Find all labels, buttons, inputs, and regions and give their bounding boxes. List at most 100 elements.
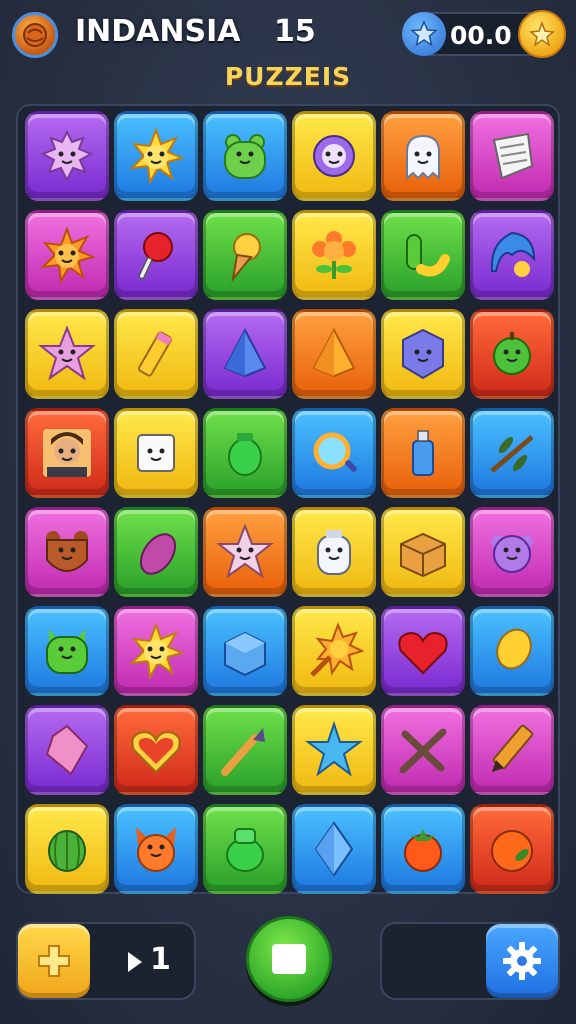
plus-icon — [38, 945, 70, 977]
board-tile[interactable] — [25, 408, 109, 498]
board-tile[interactable] — [381, 309, 465, 399]
blue-gem-icon — [223, 327, 267, 378]
boy-avatar-icon — [43, 429, 91, 477]
pink-crystal-icon — [45, 724, 89, 776]
paper-icon — [492, 132, 534, 180]
apple-face-icon — [493, 332, 531, 375]
spiky-creature-icon — [40, 129, 94, 183]
board-tile[interactable] — [25, 210, 109, 300]
board-tile[interactable] — [114, 705, 198, 795]
board-tile[interactable] — [25, 804, 109, 894]
star-icon — [402, 12, 446, 56]
board-tile[interactable] — [381, 804, 465, 894]
board-tile[interactable] — [292, 606, 376, 696]
ice-cube-icon — [224, 631, 266, 677]
game-logo-icon[interactable] — [12, 12, 58, 58]
board-tile[interactable] — [203, 507, 287, 597]
board-tile[interactable] — [114, 210, 198, 300]
board-tile[interactable] — [114, 606, 198, 696]
brush-icon — [221, 728, 265, 776]
board-tile[interactable] — [470, 705, 554, 795]
board-tile[interactable] — [114, 804, 198, 894]
board-tile[interactable] — [470, 210, 554, 300]
heart-icon — [398, 631, 448, 675]
ghost-icon — [406, 134, 440, 181]
board-tile[interactable] — [470, 507, 554, 597]
board-tile[interactable] — [114, 507, 198, 597]
board-tile[interactable] — [381, 111, 465, 201]
board-tile[interactable] — [203, 408, 287, 498]
board-tile[interactable] — [203, 309, 287, 399]
star-critter-icon — [216, 523, 274, 579]
board-tile[interactable] — [381, 507, 465, 597]
board-tile[interactable] — [114, 309, 198, 399]
board-tile[interactable] — [470, 309, 554, 399]
green-cat-icon — [46, 629, 88, 674]
board-tile[interactable] — [292, 210, 376, 300]
level-number: 15 — [274, 14, 316, 49]
ghost-jar-icon — [317, 530, 351, 575]
heart-frame-icon — [131, 730, 181, 774]
cactus-banana-icon — [406, 234, 450, 277]
board-tile[interactable] — [114, 408, 198, 498]
board-tile[interactable] — [381, 408, 465, 498]
ice-cream-icon — [231, 233, 261, 283]
stop-button[interactable] — [246, 916, 332, 1002]
board-tile[interactable] — [470, 408, 554, 498]
sun-wand-icon — [310, 622, 364, 677]
board-tile[interactable] — [203, 804, 287, 894]
board-tile[interactable] — [25, 606, 109, 696]
board-tile[interactable] — [292, 408, 376, 498]
board-tile[interactable] — [203, 705, 287, 795]
stop-square-icon — [272, 944, 306, 974]
flower-icon — [312, 231, 356, 279]
lemon-icon — [496, 628, 532, 670]
board-tile[interactable] — [292, 507, 376, 597]
board-tile[interactable] — [203, 210, 287, 300]
coin-counter[interactable]: 00.0 — [402, 10, 566, 58]
board-tile[interactable] — [381, 606, 465, 696]
board-tile[interactable] — [25, 507, 109, 597]
fox-face-icon — [136, 827, 176, 872]
top-bar: INDANSIA 15 00.0 PUZZEIS — [0, 0, 576, 100]
watermelon-icon — [48, 830, 86, 872]
boost-panel: 1 — [16, 922, 196, 1000]
coin-value: 00.0 — [450, 21, 512, 50]
orange-gem-icon — [312, 327, 356, 378]
subtitle: PUZZEIS — [224, 62, 352, 91]
board-tile[interactable] — [292, 309, 376, 399]
green-frog-icon — [224, 134, 266, 179]
green-jar-icon — [228, 433, 262, 476]
add-button[interactable] — [18, 924, 90, 998]
settings-panel — [380, 922, 560, 1000]
eggplant-icon — [139, 533, 177, 575]
board-tile[interactable] — [470, 606, 554, 696]
crate-icon — [400, 532, 446, 578]
board-tile[interactable] — [292, 705, 376, 795]
purple-blob-icon — [491, 535, 533, 573]
bottom-bar: 1 — [0, 910, 576, 1024]
board-tile[interactable] — [470, 804, 554, 894]
game-title: INDANSIA — [75, 14, 241, 49]
board-tile[interactable] — [114, 111, 198, 201]
board-tile[interactable] — [203, 606, 287, 696]
board-tile[interactable] — [381, 210, 465, 300]
gold-coin-icon[interactable] — [518, 10, 566, 58]
hexagon-face-icon — [402, 328, 444, 380]
sun-face-icon — [40, 226, 97, 285]
board-tile[interactable] — [292, 804, 376, 894]
board-tile[interactable] — [25, 309, 109, 399]
starfish-icon — [305, 720, 363, 777]
sticks-icon — [399, 728, 447, 774]
board-tile[interactable] — [470, 111, 554, 201]
settings-button[interactable] — [486, 924, 558, 998]
board-tile[interactable] — [381, 705, 465, 795]
sun-icon — [129, 127, 186, 186]
board-tile[interactable] — [25, 111, 109, 201]
bear-icon — [46, 531, 88, 572]
board-tile[interactable] — [292, 111, 376, 201]
orange-fruit-icon — [491, 830, 533, 872]
blue-hair-icon — [490, 231, 536, 277]
board-tile[interactable] — [203, 111, 287, 201]
board-tile[interactable] — [25, 705, 109, 795]
